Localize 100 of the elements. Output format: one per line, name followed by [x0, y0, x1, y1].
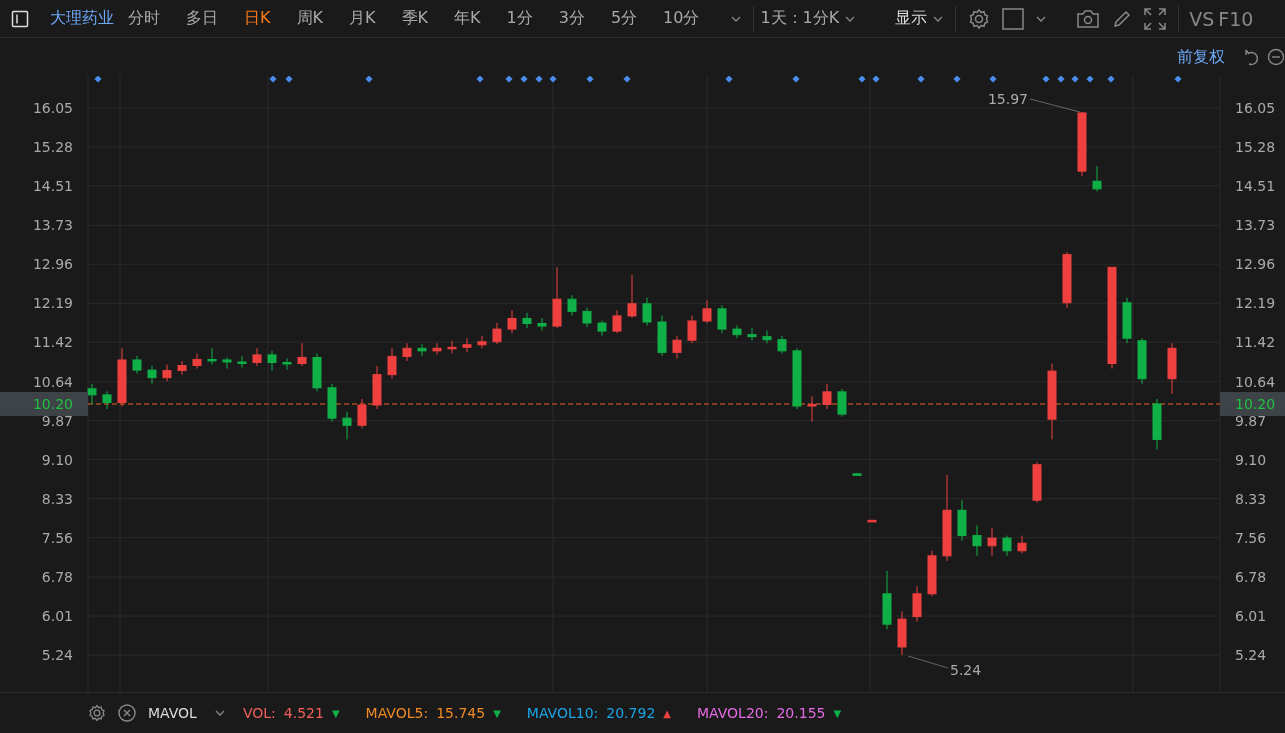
candlestick [477, 335, 487, 349]
chevron-down-icon[interactable] [845, 15, 856, 22]
period-tab[interactable]: 年K [454, 8, 481, 29]
candlestick [432, 342, 442, 355]
chevron-down-icon[interactable] [731, 15, 742, 22]
period-tab[interactable]: 分时 [128, 8, 160, 29]
candlestick [522, 312, 532, 329]
candlestick [552, 266, 562, 329]
candlestick [1137, 337, 1147, 385]
indicator-value: 20.155 [776, 705, 826, 721]
settings-icon[interactable] [88, 704, 106, 722]
price-axis-label: 9.87 [41, 412, 73, 429]
indicator-label: MAVOL20: [697, 705, 769, 721]
price-axis-label: 5.24 [41, 647, 73, 664]
price-tag-background [1220, 392, 1285, 416]
period-tab[interactable]: 多日 [186, 8, 218, 29]
candlestick [162, 364, 172, 382]
zoom-out-icon[interactable] [1267, 48, 1285, 66]
candlestick [567, 294, 577, 316]
price-axis-label: 8.33 [41, 490, 73, 507]
price-axis-label: 6.78 [41, 569, 73, 586]
candlestick [597, 320, 607, 337]
f10-button[interactable]: F10 [1218, 7, 1254, 30]
price-axis-label: 14.51 [32, 177, 73, 194]
price-axis-label: 15.28 [1235, 139, 1276, 156]
candlestick [492, 322, 502, 345]
period-tab[interactable]: 10分 [663, 8, 700, 29]
candlestick [702, 299, 712, 324]
pencil-icon[interactable] [1112, 8, 1133, 29]
candlestick [732, 325, 742, 339]
chevron-down-icon[interactable] [1036, 15, 1047, 22]
period-tab[interactable]: 5分 [610, 8, 638, 29]
candlestick [267, 350, 277, 372]
candlestick [537, 317, 547, 332]
period-tab[interactable]: 周K [296, 8, 323, 29]
candlestick [297, 342, 307, 367]
candlestick [912, 585, 922, 623]
candlestick [852, 472, 862, 477]
price-axis-label: 10.64 [32, 373, 73, 390]
price-axis-label: 5.24 [1235, 647, 1267, 663]
candlestick [282, 357, 292, 371]
indicator-label: MAVOL5: [365, 705, 429, 721]
candlestick [687, 314, 697, 344]
candlestick [387, 347, 397, 380]
indicator-select[interactable]: MAVOL [148, 705, 197, 721]
camera-icon[interactable] [1076, 8, 1101, 29]
indicator-value: 4.521 [283, 705, 324, 721]
candlestick [507, 309, 517, 334]
settings-icon[interactable] [968, 7, 991, 30]
period-tab[interactable]: 月K [349, 8, 376, 29]
price-axis-label: 9.87 [1235, 412, 1267, 429]
chevron-down-icon[interactable] [214, 710, 225, 716]
candlestick [177, 360, 187, 376]
candlestick [1032, 461, 1042, 504]
square-icon[interactable] [1002, 7, 1025, 30]
panel-icon[interactable] [11, 9, 29, 28]
candlestick [237, 355, 247, 369]
undo-icon[interactable] [1243, 48, 1261, 66]
candlestick [882, 570, 892, 630]
low-price-label: 5.24 [950, 662, 982, 678]
trend-arrow: ▼ [493, 707, 501, 719]
price-axis-label: 11.42 [1235, 334, 1276, 351]
indicator-label: VOL: [242, 705, 276, 721]
candlestick [792, 347, 802, 410]
candlestick [972, 524, 982, 557]
candlestick [447, 340, 457, 354]
candlestick [957, 499, 967, 542]
period-tab[interactable]: 1分 [506, 8, 533, 29]
candlestick [147, 365, 157, 385]
candlestick [612, 309, 622, 334]
chevron-down-icon[interactable] [933, 15, 944, 22]
candlestick [417, 343, 427, 357]
candlestick [222, 356, 232, 370]
candlestick [672, 335, 682, 359]
compare-button[interactable]: VS [1189, 7, 1215, 30]
stock-name: 大理药业 [50, 8, 114, 29]
period-tab[interactable]: 3分 [558, 8, 585, 29]
candlestick [627, 274, 637, 319]
period-select[interactable]: 1天：1分K [760, 8, 840, 29]
candlestick [207, 347, 217, 365]
close-icon[interactable] [118, 704, 136, 722]
price-axis-label: 16.05 [1235, 100, 1276, 116]
candlestick [807, 395, 817, 423]
price-axis-label: 16.05 [32, 99, 73, 116]
period-tab[interactable]: 日K [244, 8, 271, 29]
adjust-mode[interactable]: 前复权 [1177, 46, 1225, 68]
candlestick [87, 383, 97, 405]
candlestick [1017, 535, 1027, 554]
price-axis-label: 7.56 [1235, 529, 1267, 546]
period-tab[interactable]: 季K [401, 8, 428, 29]
candlestick [822, 383, 832, 410]
candlestick [867, 518, 877, 523]
display-menu[interactable]: 显示 [895, 8, 928, 29]
candlestick [1122, 297, 1132, 344]
candlestick [1002, 535, 1012, 557]
fullscreen-icon[interactable] [1144, 7, 1167, 30]
price-axis-label: 13.73 [32, 217, 73, 234]
indicator-value: 15.745 [436, 705, 486, 721]
high-price-label: 15.97 [987, 91, 1028, 107]
price-axis-label: 6.01 [41, 608, 73, 625]
